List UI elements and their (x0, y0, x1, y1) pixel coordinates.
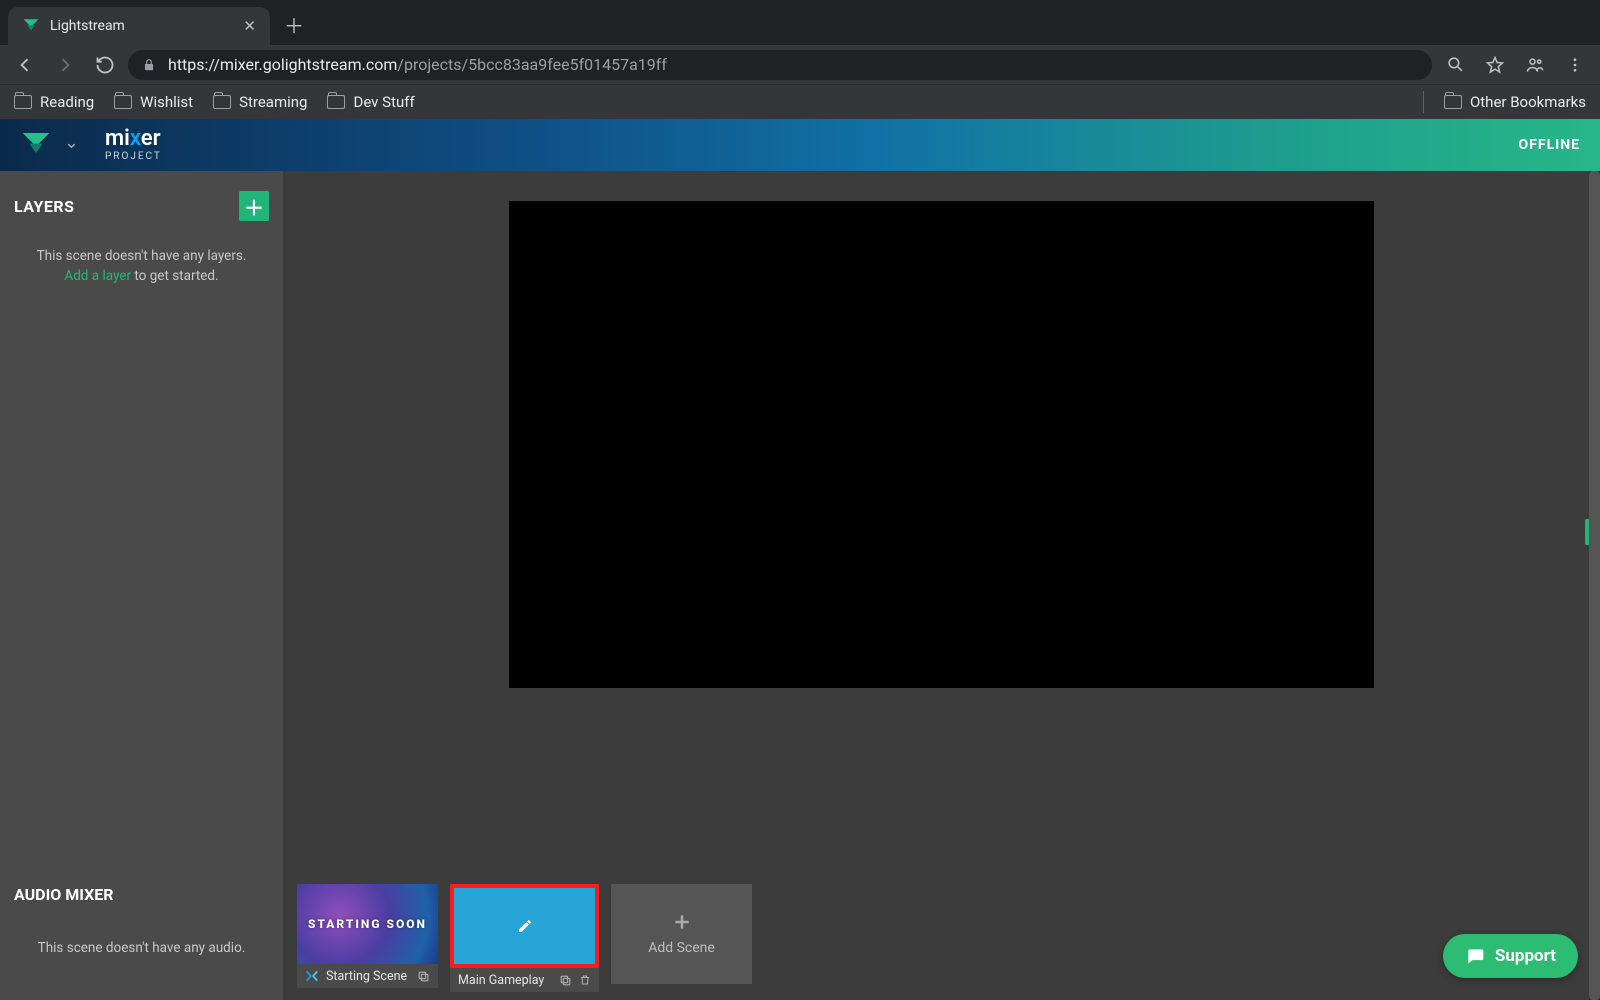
plus-icon (672, 912, 692, 932)
other-bookmarks[interactable]: Other Bookmarks (1444, 93, 1586, 111)
sidebar: LAYERS ＋ This scene doesn't have any lay… (0, 171, 283, 1000)
search-page-icon[interactable] (1438, 48, 1472, 82)
vertical-scrollbar[interactable] (1589, 171, 1600, 1000)
scene-card-starting[interactable]: STARTING SOON Starting Scene (297, 884, 438, 988)
bookmark-devstuff[interactable]: Dev Stuff (327, 93, 414, 111)
duplicate-scene-icon[interactable] (417, 970, 430, 983)
audio-mixer-heading: AUDIO MIXER (14, 885, 269, 904)
lock-icon (142, 58, 156, 72)
close-tab-icon[interactable]: ✕ (243, 17, 256, 35)
add-scene-button[interactable]: Add Scene (611, 884, 752, 984)
layers-heading: LAYERS (14, 197, 75, 216)
scene-label-bar: Main Gameplay (450, 968, 599, 992)
browser-toolbar: https://mixer.golightstream.com/projects… (0, 45, 1600, 84)
audio-empty-state: This scene doesn't have any audio. (14, 940, 269, 956)
bookmark-streaming[interactable]: Streaming (213, 93, 307, 111)
duplicate-scene-icon[interactable] (559, 974, 572, 987)
folder-icon (213, 95, 231, 109)
support-button[interactable]: Support (1443, 934, 1578, 978)
scene-label-bar: Starting Scene (297, 964, 438, 988)
folder-icon (1444, 95, 1462, 109)
lightstream-favicon (22, 17, 40, 35)
stream-status: OFFLINE (1519, 137, 1580, 153)
layers-empty-state: This scene doesn't have any layers. Add … (14, 247, 269, 286)
bookmark-reading[interactable]: Reading (14, 93, 94, 111)
url-path: /projects/5bcc83aa9fee5f01457a19ff (397, 55, 667, 74)
folder-icon (114, 95, 132, 109)
browser-tab-title: Lightstream (50, 18, 233, 34)
content-area: STARTING SOON Starting Scene (283, 171, 1600, 1000)
bookmarks-bar: Reading Wishlist Streaming Dev Stuff Oth… (0, 84, 1600, 119)
kebab-menu-icon[interactable] (1558, 48, 1592, 82)
profile-icon[interactable] (1518, 48, 1552, 82)
project-dropdown-icon[interactable] (66, 140, 77, 151)
folder-icon (327, 95, 345, 109)
add-scene-label: Add Scene (648, 940, 715, 956)
scene-canvas[interactable] (509, 201, 1374, 688)
back-button[interactable] (8, 48, 42, 82)
canvas-wrap (283, 171, 1600, 870)
scene-name: Main Gameplay (458, 973, 552, 988)
bookmark-star-icon[interactable] (1478, 48, 1512, 82)
new-tab-button[interactable]: ＋ (270, 4, 318, 45)
lightstream-logo-icon[interactable] (20, 129, 52, 161)
add-layer-link[interactable]: Add a layer (64, 268, 131, 284)
scene-overlay-text: STARTING SOON (308, 917, 427, 931)
scene-card-main-gameplay[interactable]: Main Gameplay (450, 884, 599, 992)
app-main: LAYERS ＋ This scene doesn't have any lay… (0, 171, 1600, 1000)
support-label: Support (1495, 946, 1556, 966)
address-bar[interactable]: https://mixer.golightstream.com/projects… (128, 50, 1432, 80)
mixer-icon (305, 969, 319, 983)
add-layer-button[interactable]: ＋ (239, 191, 269, 221)
divider (1423, 91, 1424, 113)
mixer-project-label: mixer PROJECT (105, 128, 162, 162)
forward-button[interactable] (48, 48, 82, 82)
bookmark-wishlist[interactable]: Wishlist (114, 93, 193, 111)
url-main: https://mixer.golightstream.com (168, 55, 397, 74)
chat-icon (1465, 946, 1485, 966)
add-scene-card[interactable]: Add Scene (611, 884, 752, 984)
scenes-strip: STARTING SOON Starting Scene (283, 870, 1600, 1000)
scene-name: Starting Scene (326, 969, 410, 984)
app-header: mixer PROJECT OFFLINE (0, 119, 1600, 171)
delete-scene-icon[interactable] (579, 974, 591, 986)
reload-button[interactable] (88, 48, 122, 82)
scene-thumbnail[interactable]: STARTING SOON (297, 884, 438, 964)
scene-thumbnail-selected[interactable] (450, 884, 599, 968)
pencil-icon (517, 918, 533, 934)
folder-icon (14, 95, 32, 109)
browser-tab[interactable]: Lightstream ✕ (8, 7, 270, 45)
browser-tab-bar: Lightstream ✕ ＋ (0, 0, 1600, 45)
